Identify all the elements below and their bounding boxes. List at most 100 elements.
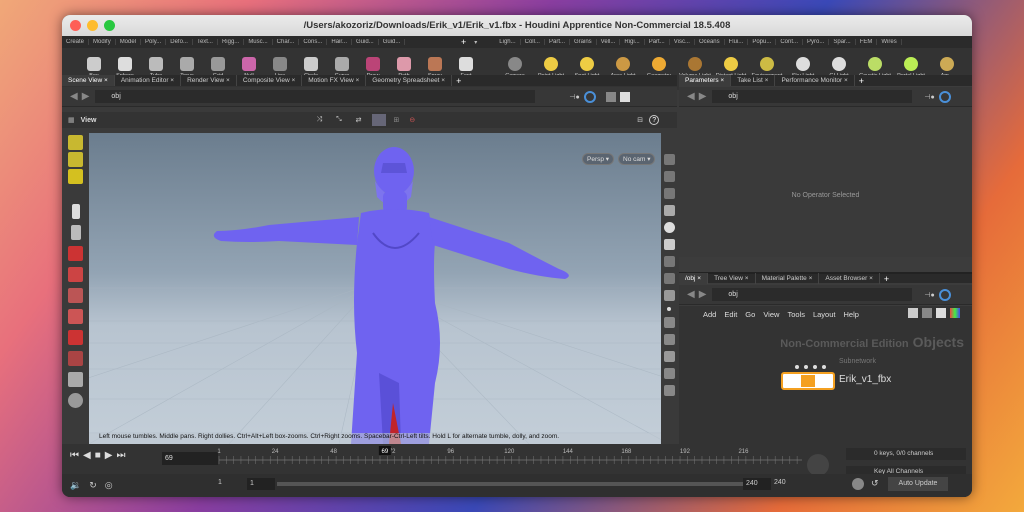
shelf-tab[interactable]: Poly... [141, 39, 167, 45]
display-icon-9[interactable] [663, 368, 675, 379]
shelf-tab[interactable]: Coll... [521, 39, 545, 45]
node-body[interactable] [781, 372, 835, 390]
shelf-tab[interactable]: Spar... [829, 39, 856, 45]
pin-icon[interactable]: ⊣● [569, 93, 579, 101]
tab-pane[interactable]: Tree View × [708, 273, 756, 284]
palette-icon[interactable] [950, 308, 960, 318]
link-icon[interactable] [938, 288, 951, 301]
tab-pane[interactable]: Performance Monitor × [775, 75, 855, 86]
back-arrow-icon[interactable]: ◀ [70, 91, 78, 102]
shelf-tab[interactable]: Popu... [748, 39, 777, 45]
shelf-tab[interactable]: Cons... [299, 39, 328, 45]
audio-icon[interactable]: 🔉 [70, 480, 81, 491]
close-button[interactable] [70, 20, 81, 31]
timeline-ruler[interactable]: 1 24 48 72 96 120 144 168 192 21669 [217, 444, 817, 474]
display-icon-6[interactable] [663, 256, 675, 267]
range-start-field[interactable]: 1 [247, 478, 275, 490]
forward-arrow-icon[interactable]: ▶ [699, 91, 707, 102]
auto-update-button[interactable]: Auto Update [888, 477, 948, 491]
maximize-pane-icon[interactable] [619, 91, 630, 102]
chat-icon[interactable] [852, 478, 864, 490]
tab-pane[interactable]: Material Palette × [756, 273, 820, 284]
shelf-tab[interactable]: Cont... [776, 39, 804, 45]
scene-viewport[interactable]: Persp ▾ No cam ▾ Left mouse tumbles. Mid… [89, 133, 661, 444]
move-icon[interactable]: ⇄ [356, 116, 362, 124]
param-path-field[interactable]: obj [712, 90, 913, 103]
camera-menu[interactable]: No cam ▾ [618, 153, 656, 165]
display-icon-3[interactable] [663, 188, 675, 199]
display-icon-4[interactable] [663, 205, 675, 216]
shelf-tab[interactable]: Char... [273, 39, 300, 45]
shelf-tab[interactable]: Pyro... [803, 39, 830, 45]
lock-icon[interactable]: ⊟ [637, 116, 643, 124]
shelf-tab[interactable]: Guid... [352, 39, 379, 45]
add-shelf-icon[interactable]: + [457, 37, 470, 47]
play-icon[interactable]: ▶ [105, 450, 113, 461]
shelf-tab[interactable]: Modify [89, 39, 116, 45]
pose-tool-icon[interactable] [68, 330, 83, 345]
shelf-tab[interactable]: Part... [545, 39, 570, 45]
display-icon-8[interactable] [663, 290, 675, 301]
refresh-icon[interactable]: ↺ [871, 478, 883, 490]
tab-pane[interactable]: Geometry Spreadsheet × [366, 75, 453, 86]
stop-icon[interactable]: ■ [95, 450, 101, 461]
tab-pane[interactable]: Animation Editor × [115, 75, 182, 86]
viewer-menu-icon[interactable]: ▦ [68, 116, 75, 124]
add-tab-icon-right[interactable]: + [859, 76, 864, 86]
network-menu-item[interactable]: Add [703, 310, 716, 319]
display-icon-2[interactable] [663, 171, 675, 182]
shelf-tab[interactable]: Text... [193, 39, 218, 45]
link-icon[interactable] [583, 90, 596, 103]
back-arrow-icon[interactable]: ◀ [687, 289, 695, 300]
network-menu-item[interactable]: Help [843, 310, 858, 319]
tools-icon[interactable] [908, 308, 918, 318]
persp-menu[interactable]: Persp ▾ [582, 153, 615, 165]
shelf-tab[interactable]: Create [62, 39, 90, 45]
network-menu-item[interactable]: Edit [724, 310, 737, 319]
display-icon-7[interactable] [663, 273, 675, 284]
shelf-tab[interactable]: Vell... [597, 39, 621, 45]
shelf-tab[interactable]: Grains [570, 39, 597, 45]
arrow-tool-icon[interactable] [71, 204, 80, 219]
last-frame-icon[interactable]: ⏭ [116, 450, 125, 461]
shelf-tab[interactable]: Wires [877, 39, 902, 45]
shelf-menu-icon[interactable]: ▾ [470, 39, 481, 46]
shelf-tab[interactable]: Guid... [379, 39, 406, 45]
realtime-icon[interactable]: ◎ [105, 480, 113, 491]
lock-tool-icon[interactable] [70, 225, 81, 240]
network-menu-item[interactable]: Layout [813, 310, 836, 319]
shelf-tab[interactable]: Rigg... [218, 39, 245, 45]
forward-arrow-icon[interactable]: ▶ [82, 91, 90, 102]
tab-pane[interactable]: Composite View × [237, 75, 303, 86]
select-icon[interactable]: ⤡ [336, 116, 342, 124]
network-editor[interactable]: Add Edit Go View Tools Layout Help Non-Commerc… [679, 306, 972, 445]
add-tab-icon-network[interactable]: + [884, 274, 889, 284]
display-icon-5[interactable] [663, 222, 675, 233]
rotate-tool-icon[interactable] [68, 267, 83, 282]
shelf-tab[interactable]: Part... [645, 39, 670, 45]
handle-tool-icon[interactable] [68, 309, 83, 324]
shelf-tab[interactable]: Hair... [327, 39, 353, 45]
shelf-tab[interactable]: Oceans [695, 39, 725, 45]
brush-tool-icon[interactable] [68, 372, 83, 387]
shelf-tab[interactable]: Model [116, 39, 142, 45]
path-field[interactable]: obj [95, 90, 536, 103]
list-icon[interactable] [936, 308, 946, 318]
help-icon[interactable]: ? [649, 115, 660, 125]
pick-icon[interactable] [663, 334, 675, 345]
tab-pane[interactable]: Asset Browser × [819, 273, 880, 284]
record-icon[interactable]: ⊖ [409, 116, 415, 124]
normal-icon[interactable] [663, 317, 675, 328]
display-icon-1[interactable] [663, 154, 675, 165]
forward-arrow-icon[interactable]: ▶ [699, 289, 707, 300]
view-tool-icon[interactable] [68, 393, 83, 408]
number-icon[interactable] [663, 351, 675, 362]
network-menu-item[interactable]: View [763, 310, 779, 319]
shelf-tab[interactable]: Rigi... [620, 39, 645, 45]
shelf-tab[interactable]: Ligh... [495, 39, 521, 45]
light-icon[interactable] [663, 239, 675, 250]
tab-pane[interactable]: Scene View × [62, 75, 115, 86]
loop-icon[interactable]: ↻ [89, 480, 97, 491]
tool-edges-icon[interactable] [68, 169, 83, 184]
tumble-icon[interactable]: ⤨ [316, 116, 322, 124]
